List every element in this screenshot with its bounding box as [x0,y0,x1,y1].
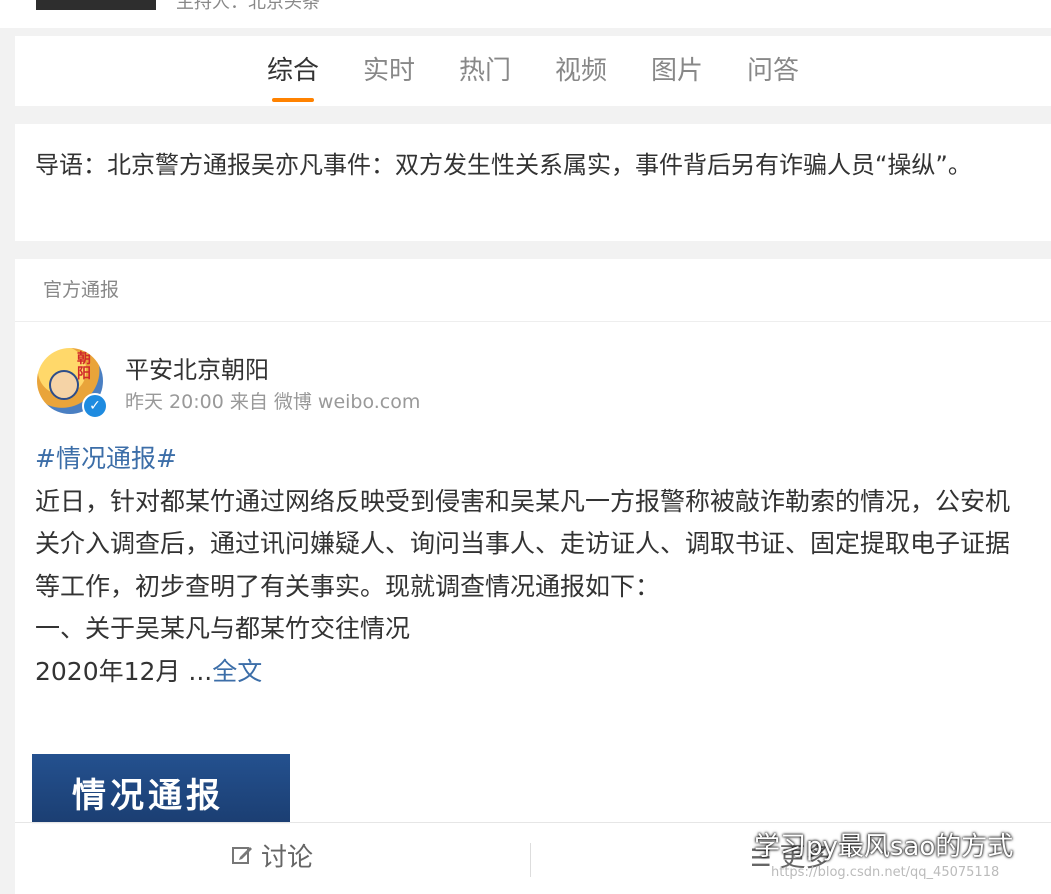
topic-thumbnail [36,0,156,10]
tab-label: 问答 [747,56,800,86]
guide-text: 导语：北京警方通报吴亦凡事件：双方发生性关系属实，事件背后另有诈骗人员“操纵”。 [35,151,972,179]
edit-icon [231,823,253,894]
tab-label: 综合 [266,56,319,86]
watermark-text: 学习py最风sao的方式 [754,832,1014,862]
section-header: 官方通报 [15,259,1051,322]
topic-host-label: 主持人：北京头条 [176,0,320,13]
tab-video[interactable]: 视频 [555,36,607,106]
official-notice-card: 官方通报 朝阳 ✓ 平安北京朝阳 昨天 20:00 来自 微博 weibo.co… [15,259,1051,893]
tab-qa[interactable]: 问答 [747,36,799,106]
topic-header-strip: 主持人：北京头条 [0,0,1051,28]
post-image[interactable]: 情况通报 [32,754,290,824]
discuss-label: 讨论 [261,843,314,873]
watermark: 学习py最风sao的方式 [706,826,1013,867]
tab-label: 实时 [362,56,415,86]
post-image-caption: 情况通报 [72,776,224,816]
post-line: 一、关于吴某凡与都某竹交往情况 [35,614,411,643]
tab-label: 视频 [555,56,608,86]
tab-label: 热门 [458,56,511,86]
post-meta: 昨天 20:00 来自 微博 weibo.com [125,391,421,413]
csdn-url-watermark: https://blog.csdn.net/qq_45075118 [771,865,1000,880]
post-line: 2020年12月 ... [35,656,213,686]
wechat-icon [706,828,748,867]
tab-comprehensive[interactable]: 综合 [267,36,319,106]
tab-realtime[interactable]: 实时 [363,36,415,106]
active-tab-indicator [271,98,314,102]
tab-bar-card: 综合 实时 热门 视频 图片 问答 [15,36,1051,106]
post-paragraph: 近日，针对都某竹通过网络反映受到侵害和吴某凡一方报警称被敲诈勒索的情况，公安机关… [35,486,1011,601]
tab-bar: 综合 实时 热门 视频 图片 问答 [15,36,1051,106]
author-name[interactable]: 平安北京朝阳 [125,350,269,385]
tab-pictures[interactable]: 图片 [651,36,703,106]
full-text-link[interactable]: 全文 [212,657,262,686]
section-title: 官方通报 [43,279,120,301]
tab-hot[interactable]: 热门 [459,36,511,106]
discuss-button[interactable]: 讨论 [231,823,313,894]
divider [530,843,531,877]
post-body: #情况通报# 近日，针对都某竹通过网络反映受到侵害和吴某凡一方报警称被敲诈勒索的… [35,438,1011,693]
guide-card: 导语：北京警方通报吴亦凡事件：双方发生性关系属实，事件背后另有诈骗人员“操纵”。 [15,124,1051,241]
avatar-label: 朝阳 [77,351,91,382]
hashtag-link[interactable]: #情况通报# [35,444,177,473]
tab-label: 图片 [651,56,704,86]
verified-icon: ✓ [82,393,108,419]
